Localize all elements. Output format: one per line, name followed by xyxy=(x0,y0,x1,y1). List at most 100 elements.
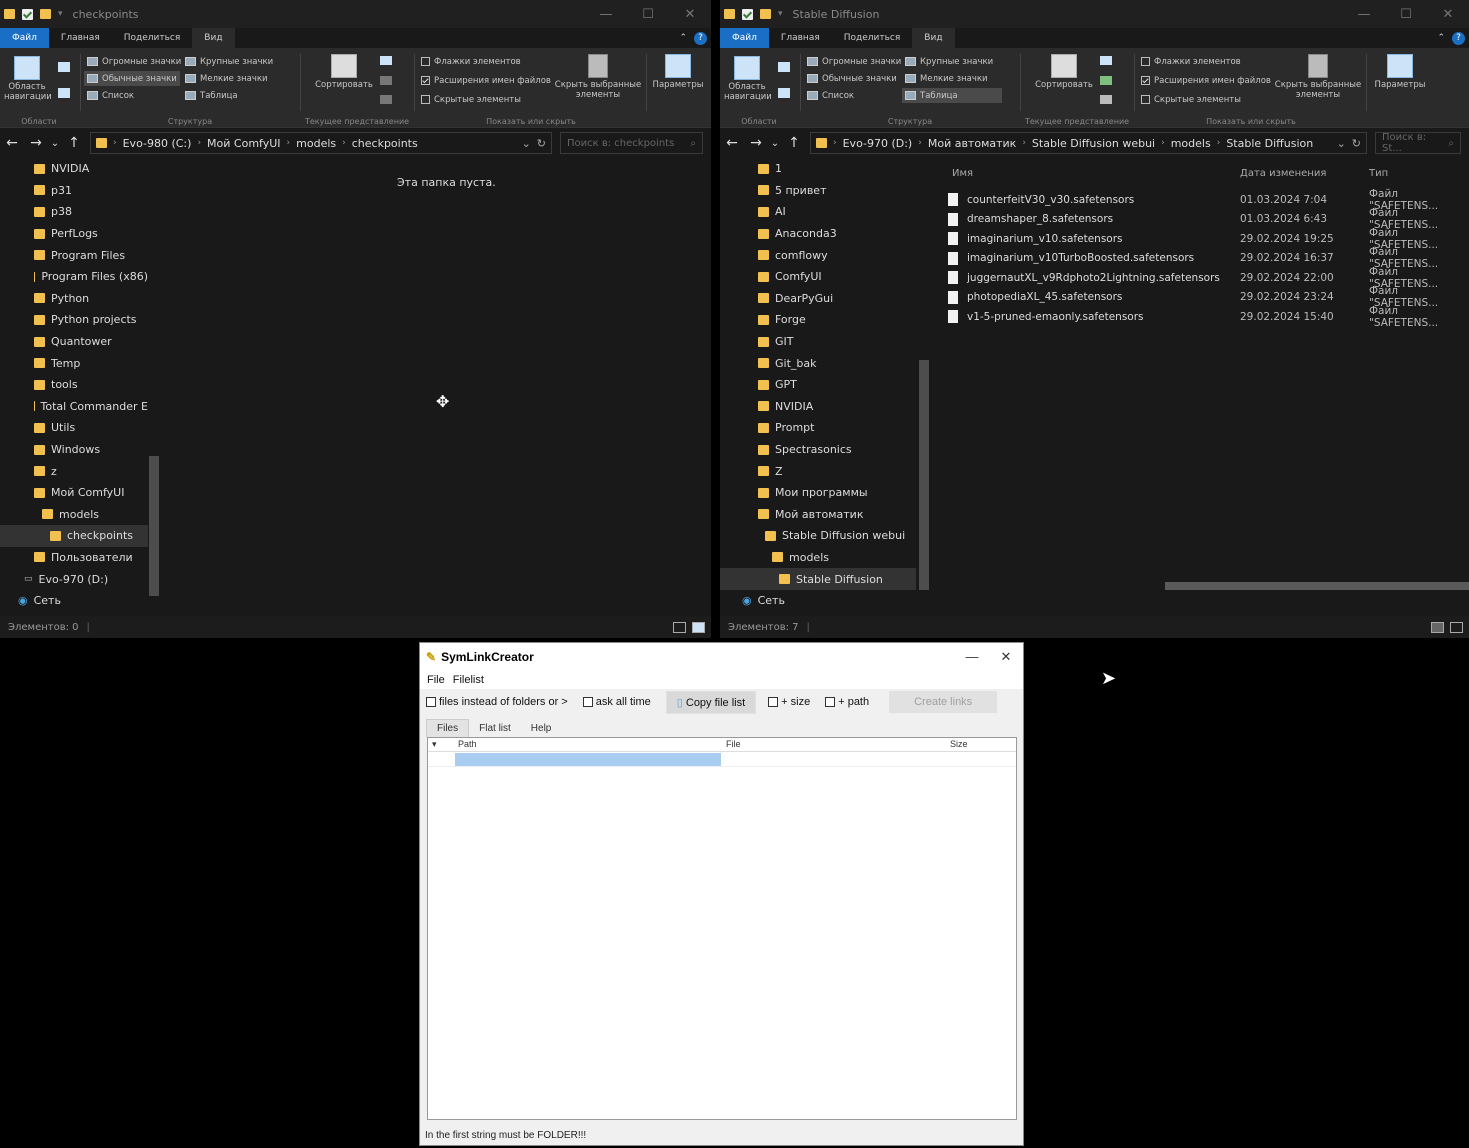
nav-item-13[interactable]: Spectrasonics xyxy=(720,439,916,461)
nav-item-15[interactable]: Мои программы xyxy=(720,482,916,504)
close-button[interactable]: ✕ xyxy=(1427,7,1469,22)
minimize-button[interactable]: — xyxy=(585,7,627,22)
breadcrumb-checkpoints[interactable]: checkpoints xyxy=(352,137,418,150)
nav-item-7[interactable]: Python projects xyxy=(0,309,148,331)
copy-file-list-button[interactable]: ▯ Copy file list xyxy=(665,690,757,714)
new-folder-icon[interactable] xyxy=(40,9,51,19)
nav-item-13[interactable]: Windows xyxy=(0,439,148,461)
nav-item-16[interactable]: models xyxy=(0,504,148,526)
properties-icon[interactable] xyxy=(22,8,33,20)
layout-small[interactable]: Мелкие значки xyxy=(182,71,271,86)
nav-item-6[interactable]: Python xyxy=(0,288,148,310)
path-checkbox[interactable]: + path xyxy=(825,696,869,708)
forward-arrow-icon[interactable]: → xyxy=(744,135,768,151)
file-row[interactable]: v1-5-pruned-emaonly.safetensors 29.02.202… xyxy=(948,305,1468,329)
navigation-pane-button[interactable]: Область навигации xyxy=(4,56,52,103)
help-icon[interactable]: ? xyxy=(1452,31,1465,45)
new-folder-icon[interactable] xyxy=(760,9,771,19)
column-type[interactable]: Тип xyxy=(1369,168,1388,179)
breadcrumb-drive[interactable]: Evo-970 (D:) xyxy=(843,137,913,150)
group-by-icon[interactable] xyxy=(380,56,392,65)
hidden-items-option[interactable]: Скрытые элементы xyxy=(1138,92,1244,107)
recent-dropdown-icon[interactable]: ⌄ xyxy=(48,138,62,149)
nav-item-17[interactable]: Stable Diffusion webui xyxy=(720,525,916,547)
file-extensions-option[interactable]: Расширения имен файлов xyxy=(418,73,554,88)
file-extensions-option[interactable]: Расширения имен файлов xyxy=(1138,73,1274,88)
breadcrumb-drive[interactable]: Evo-980 (C:) xyxy=(123,137,192,150)
tab-file[interactable]: Файл xyxy=(0,28,49,48)
details-view-icon[interactable] xyxy=(673,621,686,633)
minimize-button[interactable]: — xyxy=(955,649,989,665)
nav-item-19[interactable]: Stable Diffusion xyxy=(720,568,916,590)
tab-files[interactable]: Files xyxy=(426,719,470,737)
menu-filelist[interactable]: Filelist xyxy=(453,674,484,686)
size-checkbox[interactable]: + size xyxy=(768,696,810,708)
tab-view[interactable]: Вид xyxy=(192,28,235,48)
layout-large[interactable]: Крупные значки xyxy=(182,54,276,69)
details-pane-icon[interactable] xyxy=(58,88,70,98)
nav-scrollbar[interactable] xyxy=(918,164,930,614)
nav-item-11[interactable]: NVIDIA xyxy=(720,396,916,418)
nav-item-16[interactable]: Мой автоматик xyxy=(720,504,916,526)
nav-item-4[interactable]: Program Files xyxy=(0,244,148,266)
nav-item-2[interactable]: p38 xyxy=(0,201,148,223)
hide-selected-button[interactable]: Скрыть выбранные элементы xyxy=(554,54,642,101)
tab-home[interactable]: Главная xyxy=(769,28,832,48)
breadcrumb-webui[interactable]: Stable Diffusion webui xyxy=(1032,137,1155,150)
navigation-pane-button[interactable]: Область навигации xyxy=(724,56,772,103)
maximize-button[interactable]: ☐ xyxy=(627,7,669,22)
nav-item-18[interactable]: Пользователи xyxy=(0,547,148,569)
nav-item-0[interactable]: NVIDIA xyxy=(0,158,148,180)
column-path[interactable]: Path xyxy=(458,739,477,749)
nav-item-15[interactable]: Мой ComfyUI xyxy=(0,482,148,504)
nav-item-6[interactable]: DearPyGui xyxy=(720,288,916,310)
refresh-icon[interactable]: ↻ xyxy=(1352,137,1361,150)
nav-item-12[interactable]: Prompt xyxy=(720,417,916,439)
layout-large[interactable]: Крупные значки xyxy=(902,54,996,69)
tab-share[interactable]: Поделиться xyxy=(832,28,913,48)
nav-item-3[interactable]: Anaconda3 xyxy=(720,223,916,245)
collapse-ribbon-icon[interactable]: ⌃ xyxy=(1437,33,1445,43)
help-icon[interactable]: ? xyxy=(694,31,707,45)
nav-item-0[interactable]: 1 xyxy=(720,158,916,180)
breadcrumb-automatic[interactable]: Мой автоматик xyxy=(928,137,1016,150)
column-date[interactable]: Дата изменения xyxy=(1240,168,1326,179)
grid-row[interactable] xyxy=(428,753,1016,767)
size-columns-icon[interactable] xyxy=(1100,95,1112,104)
options-button[interactable]: Параметры xyxy=(1372,54,1428,91)
address-dropdown-icon[interactable]: ⌄ xyxy=(522,137,531,150)
layout-extra-large[interactable]: Огромные значки xyxy=(84,54,184,69)
minimize-button[interactable]: — xyxy=(1343,7,1385,22)
tab-home[interactable]: Главная xyxy=(49,28,112,48)
file-list-area[interactable]: Эта папка пуста. xyxy=(164,158,711,616)
nav-item-2[interactable]: AI xyxy=(720,201,916,223)
address-dropdown-icon[interactable]: ⌄ xyxy=(1337,137,1346,150)
nav-item-20[interactable]: ◉ Сеть xyxy=(0,590,148,612)
layout-list[interactable]: Список xyxy=(804,88,857,103)
preview-pane-icon[interactable] xyxy=(58,62,70,72)
nav-item-14[interactable]: Z xyxy=(720,460,916,482)
nav-item-14[interactable]: z xyxy=(0,460,148,482)
layout-details[interactable]: Таблица xyxy=(182,88,241,103)
hide-selected-button[interactable]: Скрыть выбранные элементы xyxy=(1274,54,1362,101)
column-size[interactable]: Size xyxy=(950,739,968,749)
menu-file[interactable]: File xyxy=(427,674,445,686)
nav-item-18[interactable]: models xyxy=(720,547,916,569)
sort-button[interactable]: Сортировать xyxy=(1034,54,1094,91)
up-arrow-icon[interactable]: ↑ xyxy=(782,135,806,151)
back-arrow-icon[interactable]: ← xyxy=(720,135,744,151)
add-columns-icon[interactable] xyxy=(1100,76,1112,85)
tab-file[interactable]: Файл xyxy=(720,28,769,48)
forward-arrow-icon[interactable]: → xyxy=(24,135,48,151)
up-arrow-icon[interactable]: ↑ xyxy=(62,135,86,151)
recent-dropdown-icon[interactable]: ⌄ xyxy=(768,138,782,149)
item-checkboxes-option[interactable]: Флажки элементов xyxy=(1138,54,1244,69)
nav-item-11[interactable]: Total Commander E xyxy=(0,396,148,418)
nav-item-10[interactable]: GPT xyxy=(720,374,916,396)
layout-medium[interactable]: Обычные значки xyxy=(84,71,180,86)
nav-item-9[interactable]: Temp xyxy=(0,352,148,374)
size-columns-icon[interactable] xyxy=(380,95,392,104)
maximize-button[interactable]: ☐ xyxy=(1385,7,1427,22)
qat-dropdown-icon[interactable]: ▾ xyxy=(58,9,63,19)
properties-icon[interactable] xyxy=(742,8,753,20)
